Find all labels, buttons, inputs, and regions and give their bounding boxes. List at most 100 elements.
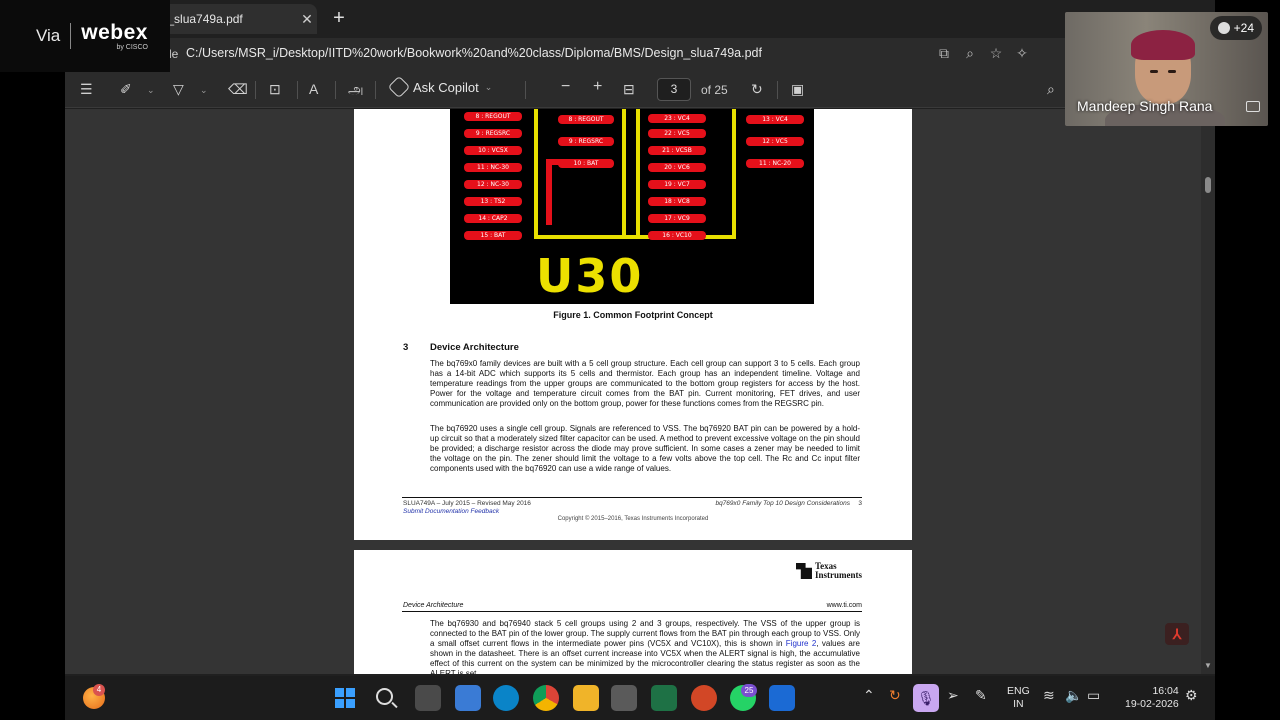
participants-button[interactable]: +24 (1209, 16, 1262, 40)
via-label: Via (36, 26, 61, 45)
pcb-pad: 18 : VC8 (648, 197, 706, 206)
scroll-down-arrow-icon[interactable]: ▼ (1204, 661, 1212, 670)
ti-logo: Texas Instruments (795, 561, 862, 580)
zoom-in-button[interactable]: + (593, 78, 602, 96)
start-windows-icon[interactable] (335, 688, 355, 708)
pcb-outline (622, 109, 626, 235)
pcb-pad: 16 : VC10 (648, 231, 706, 240)
copilot-chevron-icon: ⌄ (484, 81, 493, 92)
draw-icon[interactable]: ▽ (173, 81, 184, 98)
address-bar: le C:/Users/MSR_i/Desktop/IITD%20work/Bo… (65, 38, 1215, 72)
pcb-pad: 10 : BAT (558, 159, 614, 168)
zoom-out-button[interactable]: − (561, 78, 570, 96)
read-aloud-icon[interactable]: A (309, 81, 318, 97)
pen-icon[interactable]: ✎ (975, 687, 987, 704)
ask-copilot-button[interactable]: Ask Copilot ⌄ (387, 75, 493, 99)
microphone-in-use-icon[interactable]: 🎙 (913, 684, 939, 712)
feedback-link[interactable]: Submit Documentation Feedback (403, 508, 499, 515)
search-icon[interactable] (376, 688, 393, 705)
figure-2-link[interactable]: Figure 2 (786, 639, 817, 648)
text-box-icon[interactable]: ⊡ (269, 81, 281, 98)
url-field[interactable]: C:/Users/MSR_i/Desktop/IITD%20work/Bookw… (186, 46, 762, 60)
pdf-viewer[interactable]: 8 : REGOUT 9 : REGSRC 10 : VC5X 11 : NC-… (65, 109, 1215, 674)
section-number: 3 (403, 342, 409, 353)
pcb-footprint-figure: 8 : REGOUT 9 : REGSRC 10 : VC5X 11 : NC-… (450, 109, 814, 304)
pcb-pad: 8 : REGOUT (464, 112, 522, 121)
figure-caption: Figure 1. Common Footprint Concept (553, 310, 713, 320)
tab-close-icon[interactable]: ✕ (297, 11, 317, 28)
new-tab-plus-icon[interactable]: + (327, 7, 351, 30)
pcb-pad: 15 : BAT (464, 231, 522, 240)
webex-app-icon[interactable] (769, 685, 795, 711)
paragraph: The bq76920 uses a single cell group. Si… (430, 424, 860, 474)
pcb-pad: 13 : VC4 (746, 115, 804, 124)
toolbar-divider (255, 81, 256, 99)
task-view-icon[interactable] (415, 685, 441, 711)
pcb-pad: 19 : VC7 (648, 180, 706, 189)
desktop: ▾ Design_slua749a.pdf ✕ + le C:/Users/MS… (0, 0, 1280, 720)
page-view-icon[interactable]: ▣ (791, 81, 804, 98)
highlight-options-chevron-icon[interactable]: ⌄ (147, 85, 155, 96)
page-number-input[interactable]: 3 (657, 78, 691, 101)
pdf-page-3: 8 : REGOUT 9 : REGSRC 10 : VC5X 11 : NC-… (354, 109, 912, 540)
acrobat-icon[interactable]: ⅄ (1165, 623, 1189, 645)
banner-divider (70, 23, 72, 49)
address-bar-actions: ⧉ ⌕ ☆ ✧ (935, 45, 1031, 62)
pcb-pad: 9 : REGSRC (558, 137, 614, 146)
video-person-eye (1150, 70, 1158, 73)
address-prefix: le (169, 47, 179, 61)
section-title: Device Architecture (430, 342, 519, 353)
ti-logo-text: Texas Instruments (814, 561, 862, 580)
video-person-cap (1131, 30, 1195, 60)
footer-rule (402, 497, 862, 498)
pcb-pad: 11 : NC-20 (746, 159, 804, 168)
running-header-section: Device Architecture (403, 602, 464, 609)
rotate-icon[interactable]: ↻ (751, 81, 763, 98)
translate-icon[interactable]: ⧉ (935, 45, 953, 62)
battery-icon[interactable]: ▭ (1087, 687, 1100, 704)
pcb-pad: 22 : VC5 (648, 129, 706, 138)
chrome-icon[interactable] (533, 685, 559, 711)
pcb-pad: 8 : REGOUT (558, 115, 614, 124)
weather-badge: 4 (93, 684, 105, 696)
table-of-contents-icon[interactable]: ☰ (80, 81, 93, 98)
pcb-pad: 12 : NC-30 (464, 180, 522, 189)
file-explorer-icon[interactable] (573, 685, 599, 711)
participant-video-tile[interactable]: +24 Mandeep Singh Rana (1065, 12, 1268, 126)
find-search-icon[interactable]: ⌕ (1047, 81, 1055, 98)
erase-icon[interactable]: ⌫ (228, 81, 248, 98)
favorite-star-icon[interactable]: ☆ (987, 45, 1005, 62)
translate-text-icon[interactable]: அ (348, 81, 364, 100)
pcb-outline (534, 109, 538, 239)
highlight-icon[interactable]: ✐ (120, 81, 132, 98)
system-clock[interactable]: 16:04 19-02-2026 (1125, 685, 1179, 711)
pcb-pad: 20 : VC6 (648, 163, 706, 172)
extensions-icon[interactable]: ✧ (1013, 45, 1031, 62)
mobaxterm-icon[interactable] (611, 685, 637, 711)
wifi-icon[interactable]: ≋ (1043, 687, 1055, 704)
fit-to-page-icon[interactable]: ⊟ (623, 81, 635, 98)
notifications-icon[interactable]: ⚙ (1185, 687, 1198, 704)
footer-page-number: 3 (858, 500, 862, 507)
acrobat-taskbar-icon[interactable] (691, 685, 717, 711)
zoom-icon[interactable]: ⌕ (961, 45, 979, 62)
taskbar: 4 25 ⌃ ↻ 🎙 ➢ ✎ ENG IN ≋ 🔈 ▭ 16:04 19-02-20… (65, 676, 1215, 720)
excel-icon[interactable] (651, 685, 677, 711)
pcb-label: U30 (536, 249, 644, 303)
edge-icon[interactable] (493, 685, 519, 711)
onedrive-sync-icon[interactable]: ↻ (889, 687, 901, 704)
pdf-toolbar: ☰ ✐ ⌄ ▽ ⌄ ⌫ ⊡ A அ Ask Copilot ⌄ − + ⊟ 3 … (65, 72, 1215, 108)
pcb-outline (732, 109, 736, 239)
scroll-thumb[interactable] (1205, 177, 1211, 193)
input-language[interactable]: ENG IN (1007, 685, 1030, 711)
snipping-tool-icon[interactable] (455, 685, 481, 711)
show-hidden-icons-chevron-icon[interactable]: ⌃ (863, 687, 875, 704)
draw-options-chevron-icon[interactable]: ⌄ (200, 85, 208, 96)
volume-icon[interactable]: 🔈 (1065, 687, 1082, 704)
page-total: of 25 (701, 83, 728, 97)
paragraph: The bq769x0 family devices are built wit… (430, 359, 860, 409)
header-rule (402, 611, 862, 612)
screen-share-icon[interactable] (1246, 101, 1260, 112)
vertical-scrollbar[interactable]: ▲ ▼ (1201, 109, 1215, 674)
location-icon[interactable]: ➢ (947, 687, 959, 704)
